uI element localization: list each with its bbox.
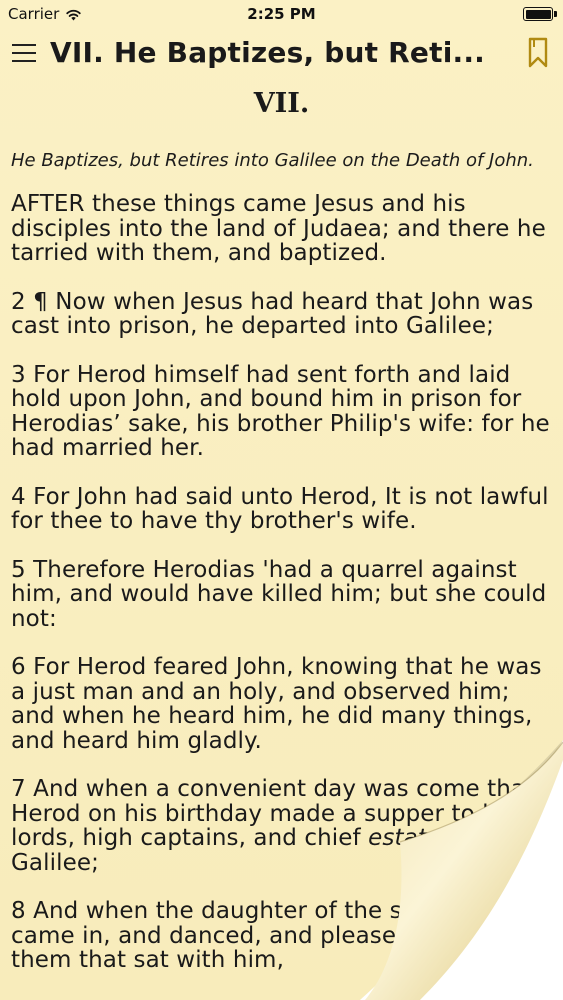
battery-level (525, 9, 551, 19)
status-time: 2:25 PM (247, 5, 316, 23)
verse-7-italic: estates (368, 825, 454, 851)
verse-list: AFTER these things came Jesus and his di… (11, 192, 551, 973)
hamburger-menu-icon[interactable] (12, 40, 36, 66)
verse-6: 6 For Herod feared John, knowing that he… (11, 654, 542, 754)
status-bar: Carrier 2:25 PM (0, 0, 563, 30)
nav-bar: VII. He Baptizes, but Reti... (0, 30, 563, 76)
verse-3: 3 For Herod himself had sent forth and l… (11, 361, 550, 461)
verse-1: AFTER these things came Jesus and his di… (11, 191, 546, 266)
verse-5: 5 Therefore Herodias 'had a quarrel agai… (11, 556, 547, 632)
reader-screen: Carrier 2:25 PM VII. He Baptizes, but Re… (0, 0, 563, 1000)
bookmark-icon[interactable] (525, 37, 551, 69)
battery-icon (523, 7, 553, 21)
nav-title: VII. He Baptizes, but Reti... (50, 36, 486, 69)
chapter-heading: VII. (253, 88, 310, 119)
chapter-content[interactable]: VII. He Baptizes, but Retires into Galil… (0, 76, 563, 1000)
verse-7: 7 And when a convenient day was come tha… (11, 777, 551, 875)
chapter-subtitle: He Baptizes, but Retires into Galilee on… (11, 150, 534, 171)
verse-4: 4 For John had said unto Herod, It is no… (11, 483, 549, 534)
battery-tip (554, 11, 557, 17)
verse-8: 8 And when the daughter of the said Hero… (11, 898, 547, 973)
verse-2: 2 ¶ Now when Jesus had heard that John w… (11, 288, 534, 339)
